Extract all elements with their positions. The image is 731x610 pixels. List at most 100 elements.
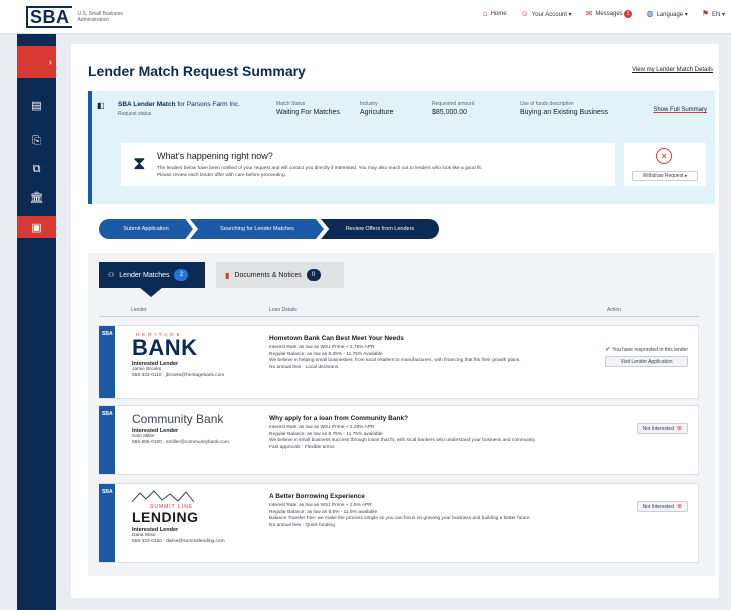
nav-locale[interactable]: ⚑ EN ▾ [702, 10, 725, 18]
not-interested-button[interactable]: Not Interested ⊗ [636, 423, 688, 434]
rail-item-bank[interactable]: 🏛 [17, 186, 56, 208]
industry-label: Industry [360, 101, 378, 107]
document-icon: ▮ [225, 270, 230, 280]
view-details-link[interactable]: View my Lender Match Details [632, 67, 713, 73]
flag-icon: ⚑ [701, 9, 709, 18]
close-circle-icon: ⊗ [676, 504, 682, 510]
lender-logo: Community Bank [132, 412, 224, 426]
loan-line: No annual fees · Quick funding [269, 522, 335, 528]
amount-label: Requested amount [432, 101, 475, 107]
lender-logo-area: SUMMIT LINE LENDING Interested Lender Da… [131, 490, 225, 545]
summary-col-amount: Requested amount $85,000.00 [432, 101, 474, 116]
top-header: SBA U.S. Small Business Administration ⌂… [0, 0, 731, 34]
file-icon: ▣ [31, 221, 42, 234]
lender-action: Not Interested ⊗ [636, 501, 688, 512]
lender-phone-email: 555-333-0110 · jbrooks@heritagebank.com [132, 373, 225, 378]
summary-subtext: Request status [118, 111, 152, 117]
table-header: Lender Loan Details Action [99, 305, 699, 317]
loan-details: Hometown Bank Can Best Meet Your Needs I… [269, 335, 589, 371]
status-info-text-line1: The lenders below have been notified of … [157, 166, 483, 171]
nav-account-label: Your Account ▾ [531, 11, 572, 18]
not-interested-label: Not Interested [642, 425, 674, 432]
request-summary-card: ◧ SBA Lender Match for Parsons Farm Inc.… [88, 91, 715, 204]
use-of-funds-value: Buying an Existing Business [520, 109, 608, 116]
summary-col-industry: Industry Agriculture [360, 101, 393, 116]
industry-value: Agriculture [360, 109, 394, 116]
bookmark-icon: ◧ [97, 101, 105, 110]
user-icon: ☺ [520, 9, 529, 18]
loan-title: Why apply for a loan from Community Bank… [269, 415, 409, 422]
nav-account[interactable]: ☺ Your Account ▾ [521, 10, 572, 18]
left-gutter [0, 34, 17, 610]
step-submit-application: Submit Application [99, 219, 193, 239]
loan-details: A Better Borrowing Experience Interest R… [269, 493, 589, 529]
col-header-action: Action [607, 307, 621, 313]
sba-tag: SBA [102, 331, 113, 337]
loan-details: Why apply for a loan from Community Bank… [269, 415, 589, 451]
rail-item-lender-match[interactable]: ▣ [17, 216, 56, 238]
use-of-funds-label: Use of funds description [520, 101, 574, 107]
responded-status-text: You have responded to this lender [612, 346, 688, 353]
handshake-icon: ⚇ [108, 272, 115, 279]
lender-action: ✔ You have responded to this lender Visit… [605, 346, 688, 367]
col-header-loan-details: Loan Details [269, 307, 297, 313]
step-searching: Searching for Lender Matches [190, 219, 324, 239]
top-navigation: ⌂ Home ☺ Your Account ▾ ✉ Messages 1 ◍ Langua… [483, 10, 725, 18]
summary-col-status: Match Status Waiting For Matches [276, 101, 340, 116]
status-info-text: The lenders below have been notified of … [157, 165, 597, 179]
globe-icon: ◍ [646, 9, 654, 18]
lender-logo-area: Community Bank Interested Lender Sam Mil… [132, 412, 229, 446]
nav-home-label: Home [490, 11, 507, 17]
rail-item-dashboard[interactable]: ▤ [17, 94, 56, 116]
summary-business: for Parsons Farm Inc. [177, 101, 240, 108]
nav-messages-label: Messages [595, 11, 623, 17]
lender-card: SBA Community Bank Interested Lender Sam… [99, 405, 699, 475]
messages-badge: 1 [623, 10, 633, 18]
loan-title: A Better Borrowing Experience [269, 493, 365, 500]
tab-lender-matches[interactable]: ⚇ Lender Matches 2 [99, 262, 205, 297]
not-interested-button[interactable]: Not Interested ⊗ [636, 501, 688, 512]
close-circle-icon: ⊗ [676, 426, 682, 432]
tab-lender-matches-label: Lender Matches [119, 271, 170, 279]
lender-phone-email: 555-333-0150 · dwise@summitlending.com [132, 539, 225, 544]
sba-logo[interactable]: SBA U.S. Small Business Administration [26, 6, 140, 28]
home-icon: ⌂ [482, 9, 488, 18]
status-value: Waiting For Matches [276, 109, 340, 116]
lender-logo: BANK [132, 335, 198, 360]
document-icon: ⎘ [32, 134, 41, 147]
nav-language-label: Language ▾ [656, 11, 688, 18]
tab-lender-matches-count: 2 [174, 269, 189, 281]
lender-logo: LENDING [132, 509, 199, 525]
status-info-text-line2: Please review each lender offer with car… [157, 173, 286, 178]
lender-card-accent: SBA [99, 484, 115, 562]
loan-line: No annual fees · Local decisions [269, 364, 339, 370]
side-rail: › ▤ ⎘ ⧉ 🏛 ▣ [17, 34, 56, 610]
main-content: Lender Match Request Summary View my Len… [71, 44, 719, 598]
sba-tag: SBA [102, 489, 113, 495]
tab-documents-label: Documents & Notices [234, 271, 302, 279]
rail-item-copies[interactable]: ⧉ [17, 158, 56, 180]
loan-line: Fast approvals · Flexible terms [269, 444, 335, 450]
sba-tag: SBA [102, 411, 113, 417]
expand-sidebar-button[interactable]: › [17, 46, 56, 78]
nav-messages[interactable]: ✉ Messages 1 [586, 10, 633, 18]
visit-lender-application-button[interactable]: Visit Lender Application [605, 356, 688, 367]
nav-locale-label: EN ▾ [711, 11, 725, 18]
nav-home[interactable]: ⌂ Home [483, 10, 507, 18]
tab-documents-notices[interactable]: ▮ Documents & Notices 0 [216, 262, 344, 288]
bank-icon: 🏛 [29, 191, 44, 204]
sba-logo-mark: SBA [26, 6, 72, 28]
withdraw-box: ✕ Withdraw Request ▸ [624, 143, 706, 186]
dashboard-icon: ▤ [31, 99, 42, 112]
withdraw-request-button[interactable]: Withdraw Request ▸ [632, 171, 698, 181]
not-interested-label: Not Interested [642, 503, 674, 510]
summary-brand: SBA Lender Match [118, 101, 176, 108]
summary-heading: SBA Lender Match for Parsons Farm Inc. [118, 101, 240, 108]
tab-documents-count: 0 [306, 269, 321, 281]
lender-action: Not Interested ⊗ [636, 423, 688, 434]
responded-status: ✔ You have responded to this lender [605, 346, 688, 354]
nav-language[interactable]: ◍ Language ▾ [646, 10, 687, 18]
show-full-summary-link[interactable]: Show Full Summary [653, 107, 707, 113]
summary-col-use-of-funds: Use of funds description Buying an Existi… [520, 101, 608, 116]
rail-item-documents[interactable]: ⎘ [17, 130, 56, 152]
